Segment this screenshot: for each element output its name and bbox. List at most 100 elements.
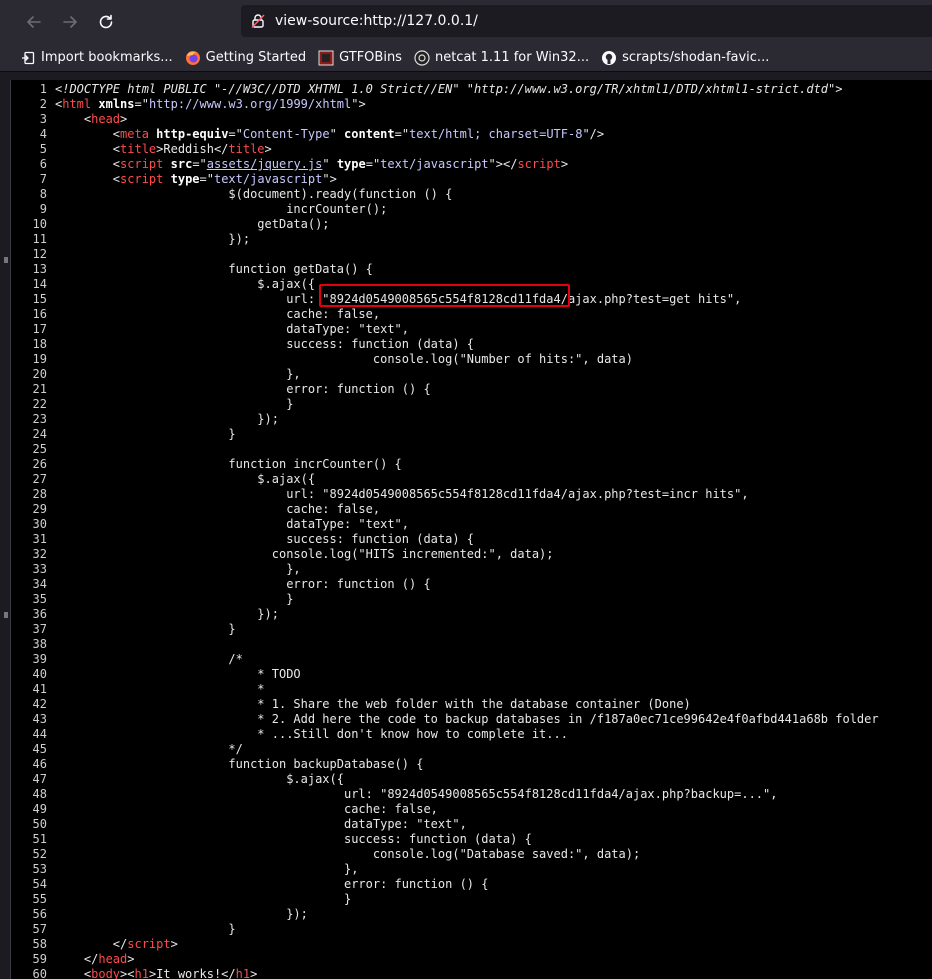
line-code: console.log("Database saved:", data); bbox=[55, 847, 640, 862]
source-line: 12 bbox=[11, 247, 932, 262]
line-number: 56 bbox=[32, 907, 47, 921]
line-number: 2 bbox=[39, 97, 47, 111]
line-code: } bbox=[55, 622, 235, 637]
code-token: * ...Still don't know how to complete it… bbox=[55, 727, 568, 741]
code-token: cache: false, bbox=[55, 802, 438, 816]
code-token: * TODO bbox=[55, 667, 301, 681]
bookmark-label: netcat 1.11 for Win32... bbox=[434, 50, 590, 65]
source-line: 36 }); bbox=[11, 607, 932, 622]
highlight-annotation-box bbox=[319, 284, 570, 307]
source-line: 30 dataType: "text", bbox=[11, 517, 932, 532]
code-token: } bbox=[55, 592, 294, 606]
code-token: * 1. Share the web folder with the datab… bbox=[55, 697, 691, 711]
netcat-icon bbox=[414, 49, 430, 66]
line-number: 11 bbox=[32, 232, 47, 246]
line-code: </script> bbox=[55, 937, 178, 952]
source-line: 21 error: function () { bbox=[11, 382, 932, 397]
code-token: script bbox=[120, 172, 164, 186]
code-token: src bbox=[170, 157, 193, 171]
line-code: }); bbox=[55, 232, 250, 247]
code-token: } bbox=[55, 427, 236, 441]
source-line: 22 } bbox=[11, 397, 932, 412]
line-number: 44 bbox=[32, 727, 47, 741]
code-token: script bbox=[517, 157, 561, 171]
forward-button[interactable] bbox=[56, 8, 84, 36]
line-number: 6 bbox=[39, 157, 47, 171]
source-line: 50 dataType: "text", bbox=[11, 817, 932, 832]
line-number: 21 bbox=[32, 382, 47, 396]
url-bar[interactable]: view-source:http://127.0.0.1/ bbox=[241, 5, 932, 37]
bookmark-import[interactable]: Import bookmarks... bbox=[20, 50, 173, 66]
line-code: function getData() { bbox=[55, 262, 373, 277]
code-token: $.ajax({ bbox=[55, 472, 316, 486]
line-code: </head> bbox=[55, 952, 135, 967]
line-number: 17 bbox=[32, 322, 47, 336]
code-token: } bbox=[55, 892, 352, 906]
line-number: 32 bbox=[32, 547, 47, 561]
bookmark-gtfobins[interactable]: GTFOBins bbox=[318, 50, 402, 66]
url-text[interactable]: view-source:http://127.0.0.1/ bbox=[275, 13, 478, 29]
code-token: "> bbox=[322, 172, 337, 186]
line-number: 14 bbox=[32, 277, 47, 291]
reload-button[interactable] bbox=[92, 8, 120, 36]
code-token: <!DOCTYPE html PUBLIC "-//W3C//DTD XHTML… bbox=[55, 82, 843, 96]
source-line: 56 }); bbox=[11, 907, 932, 922]
code-token: dataType: "text", bbox=[55, 322, 410, 336]
source-line: 44 * ...Still don't know how to complete… bbox=[11, 727, 932, 742]
code-token: head bbox=[91, 112, 121, 126]
source-line: 49 cache: false, bbox=[11, 802, 932, 817]
code-token: console.log("Database saved:", data); bbox=[55, 847, 641, 861]
line-code: <body><h1>It works!</h1> bbox=[55, 967, 257, 979]
source-line: 47 $.ajax({ bbox=[11, 772, 932, 787]
line-number: 36 bbox=[32, 607, 47, 621]
line-number: 48 bbox=[32, 787, 47, 801]
code-token: function getData() { bbox=[55, 262, 373, 276]
bookmark-label: Import bookmarks... bbox=[41, 50, 173, 65]
line-code: * bbox=[55, 682, 264, 697]
code-token: < bbox=[55, 157, 121, 171]
line-number: 42 bbox=[32, 697, 47, 711]
back-button[interactable] bbox=[20, 8, 48, 36]
line-code: */ bbox=[55, 742, 242, 757]
line-code: cache: false, bbox=[55, 307, 380, 322]
line-number: 24 bbox=[32, 427, 47, 441]
line-code: }, bbox=[55, 862, 358, 877]
code-token: >Reddish</ bbox=[156, 142, 229, 156]
line-number: 12 bbox=[32, 247, 47, 261]
bookmark-label: GTFOBins bbox=[339, 50, 402, 65]
line-code: console.log("Number of hits:", data) bbox=[55, 352, 633, 367]
code-token: function backupDatabase() { bbox=[55, 757, 424, 771]
bookmark-shodan-favicon[interactable]: scrapts/shodan-favic... bbox=[601, 50, 769, 66]
insecure-lock-icon[interactable] bbox=[249, 12, 267, 30]
bookmark-getting-started[interactable]: Getting Started bbox=[185, 50, 306, 66]
code-token: success: function (data) { bbox=[55, 532, 475, 546]
line-code: } bbox=[55, 397, 293, 412]
code-token: title bbox=[228, 142, 265, 156]
code-token: success: function (data) { bbox=[55, 832, 532, 846]
line-number: 13 bbox=[32, 262, 47, 276]
view-source-pane[interactable]: 1 <!DOCTYPE html PUBLIC "-//W3C//DTD XHTM… bbox=[10, 80, 932, 979]
line-code: url: "8924d0549008565c554f8128cd11fda4/a… bbox=[55, 787, 777, 802]
line-code: }, bbox=[55, 367, 300, 382]
line-number: 49 bbox=[32, 802, 47, 816]
source-line: 41 * bbox=[11, 682, 932, 697]
code-token: =" bbox=[134, 97, 149, 111]
code-token: "> bbox=[351, 97, 366, 111]
source-line: 20 }, bbox=[11, 367, 932, 382]
source-line: 4 <meta http-equiv="Content-Type" conten… bbox=[11, 127, 932, 142]
line-code: }); bbox=[55, 907, 308, 922]
code-token: cache: false, bbox=[55, 502, 381, 516]
source-line: 3 <head> bbox=[11, 112, 932, 127]
line-code: }, bbox=[55, 562, 300, 577]
line-number: 43 bbox=[32, 712, 47, 726]
code-token: type bbox=[170, 172, 200, 186]
source-link[interactable]: assets/jquery.js bbox=[207, 157, 323, 171]
source-line: 40 * TODO bbox=[11, 667, 932, 682]
source-line: 45 */ bbox=[11, 742, 932, 757]
source-line: 46 function backupDatabase() { bbox=[11, 757, 932, 772]
line-code: success: function (data) { bbox=[55, 337, 474, 352]
code-token: "></ bbox=[488, 157, 518, 171]
gutter-marker bbox=[4, 612, 8, 618]
bookmark-netcat[interactable]: netcat 1.11 for Win32... bbox=[414, 49, 590, 66]
